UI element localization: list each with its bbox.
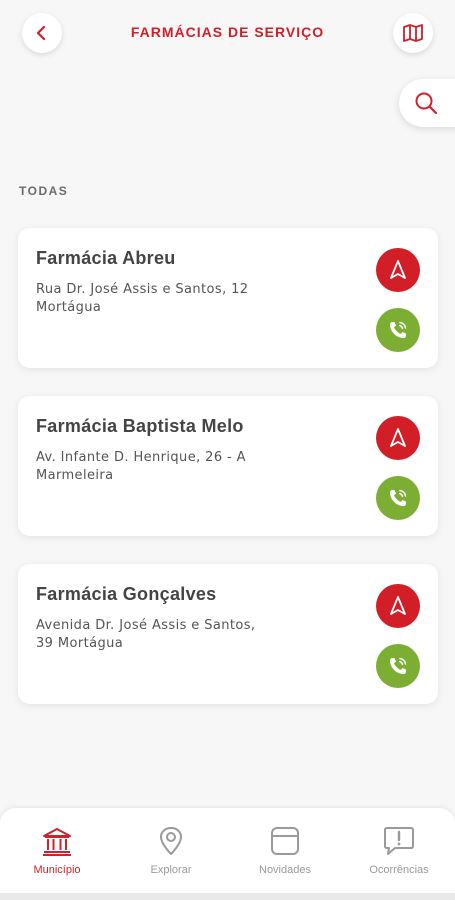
address-line: Avenida Dr. José Assis e Santos, (36, 618, 256, 633)
nav-label: Ocorrências (369, 864, 429, 876)
navigation-arrow-icon (390, 260, 406, 279)
call-button[interactable] (376, 476, 420, 520)
section-label: TODAS (19, 184, 69, 198)
address-line: Rua Dr. José Assis e Santos, 12 (36, 282, 249, 297)
system-nav-bar (0, 893, 455, 900)
building-columns-icon (41, 824, 73, 858)
phone-call-icon (390, 489, 407, 506)
pharmacy-address: Av. Infante D. Henrique, 26 - A Marmelei… (36, 449, 306, 485)
navigate-button[interactable] (376, 416, 420, 460)
navigate-button[interactable] (376, 584, 420, 628)
navigation-arrow-icon (390, 596, 406, 615)
nav-label: Novidades (259, 864, 311, 876)
address-line: Av. Infante D. Henrique, 26 - A (36, 450, 246, 465)
pharmacy-name: Farmácia Abreu (36, 248, 176, 268)
pharmacy-card[interactable]: Farmácia Baptista Melo Av. Infante D. He… (18, 396, 438, 536)
call-button[interactable] (376, 308, 420, 352)
address-line: Mortágua (36, 300, 102, 315)
search-button[interactable] (399, 79, 455, 127)
pharmacy-address: Avenida Dr. José Assis e Santos, 39 Mort… (36, 617, 306, 653)
header: FARMÁCIAS DE SERVIÇO (0, 0, 455, 70)
phone-call-icon (390, 657, 407, 674)
tab-novidades[interactable]: Novidades (228, 808, 342, 900)
pharmacy-card[interactable]: Farmácia Gonçalves Avenida Dr. José Assi… (18, 564, 438, 704)
navigation-arrow-icon (390, 428, 406, 447)
news-icon (270, 824, 300, 858)
call-button[interactable] (376, 644, 420, 688)
address-line: Marmeleira (36, 468, 114, 483)
alert-message-icon (383, 824, 415, 858)
pharmacy-name: Farmácia Gonçalves (36, 584, 217, 604)
nav-label: Explorar (150, 864, 192, 876)
bottom-nav: Município Explorar Novidades Ocorrências (0, 808, 455, 900)
navigate-button[interactable] (376, 248, 420, 292)
pharmacy-address: Rua Dr. José Assis e Santos, 12 Mortágua (36, 281, 306, 317)
address-line: 39 Mortágua (36, 636, 124, 651)
tab-ocorrencias[interactable]: Ocorrências (342, 808, 455, 900)
pharmacy-name: Farmácia Baptista Melo (36, 416, 244, 436)
map-pin-icon (158, 824, 184, 858)
pharmacy-card[interactable]: Farmácia Abreu Rua Dr. José Assis e Sant… (18, 228, 438, 368)
nav-label: Município (33, 864, 81, 876)
map-button[interactable] (393, 13, 433, 53)
phone-call-icon (390, 321, 407, 338)
tab-explorar[interactable]: Explorar (114, 808, 228, 900)
search-icon (415, 92, 438, 115)
tab-municipio[interactable]: Município (0, 808, 114, 900)
map-icon (403, 24, 423, 42)
page-title: FARMÁCIAS DE SERVIÇO (130, 24, 325, 40)
